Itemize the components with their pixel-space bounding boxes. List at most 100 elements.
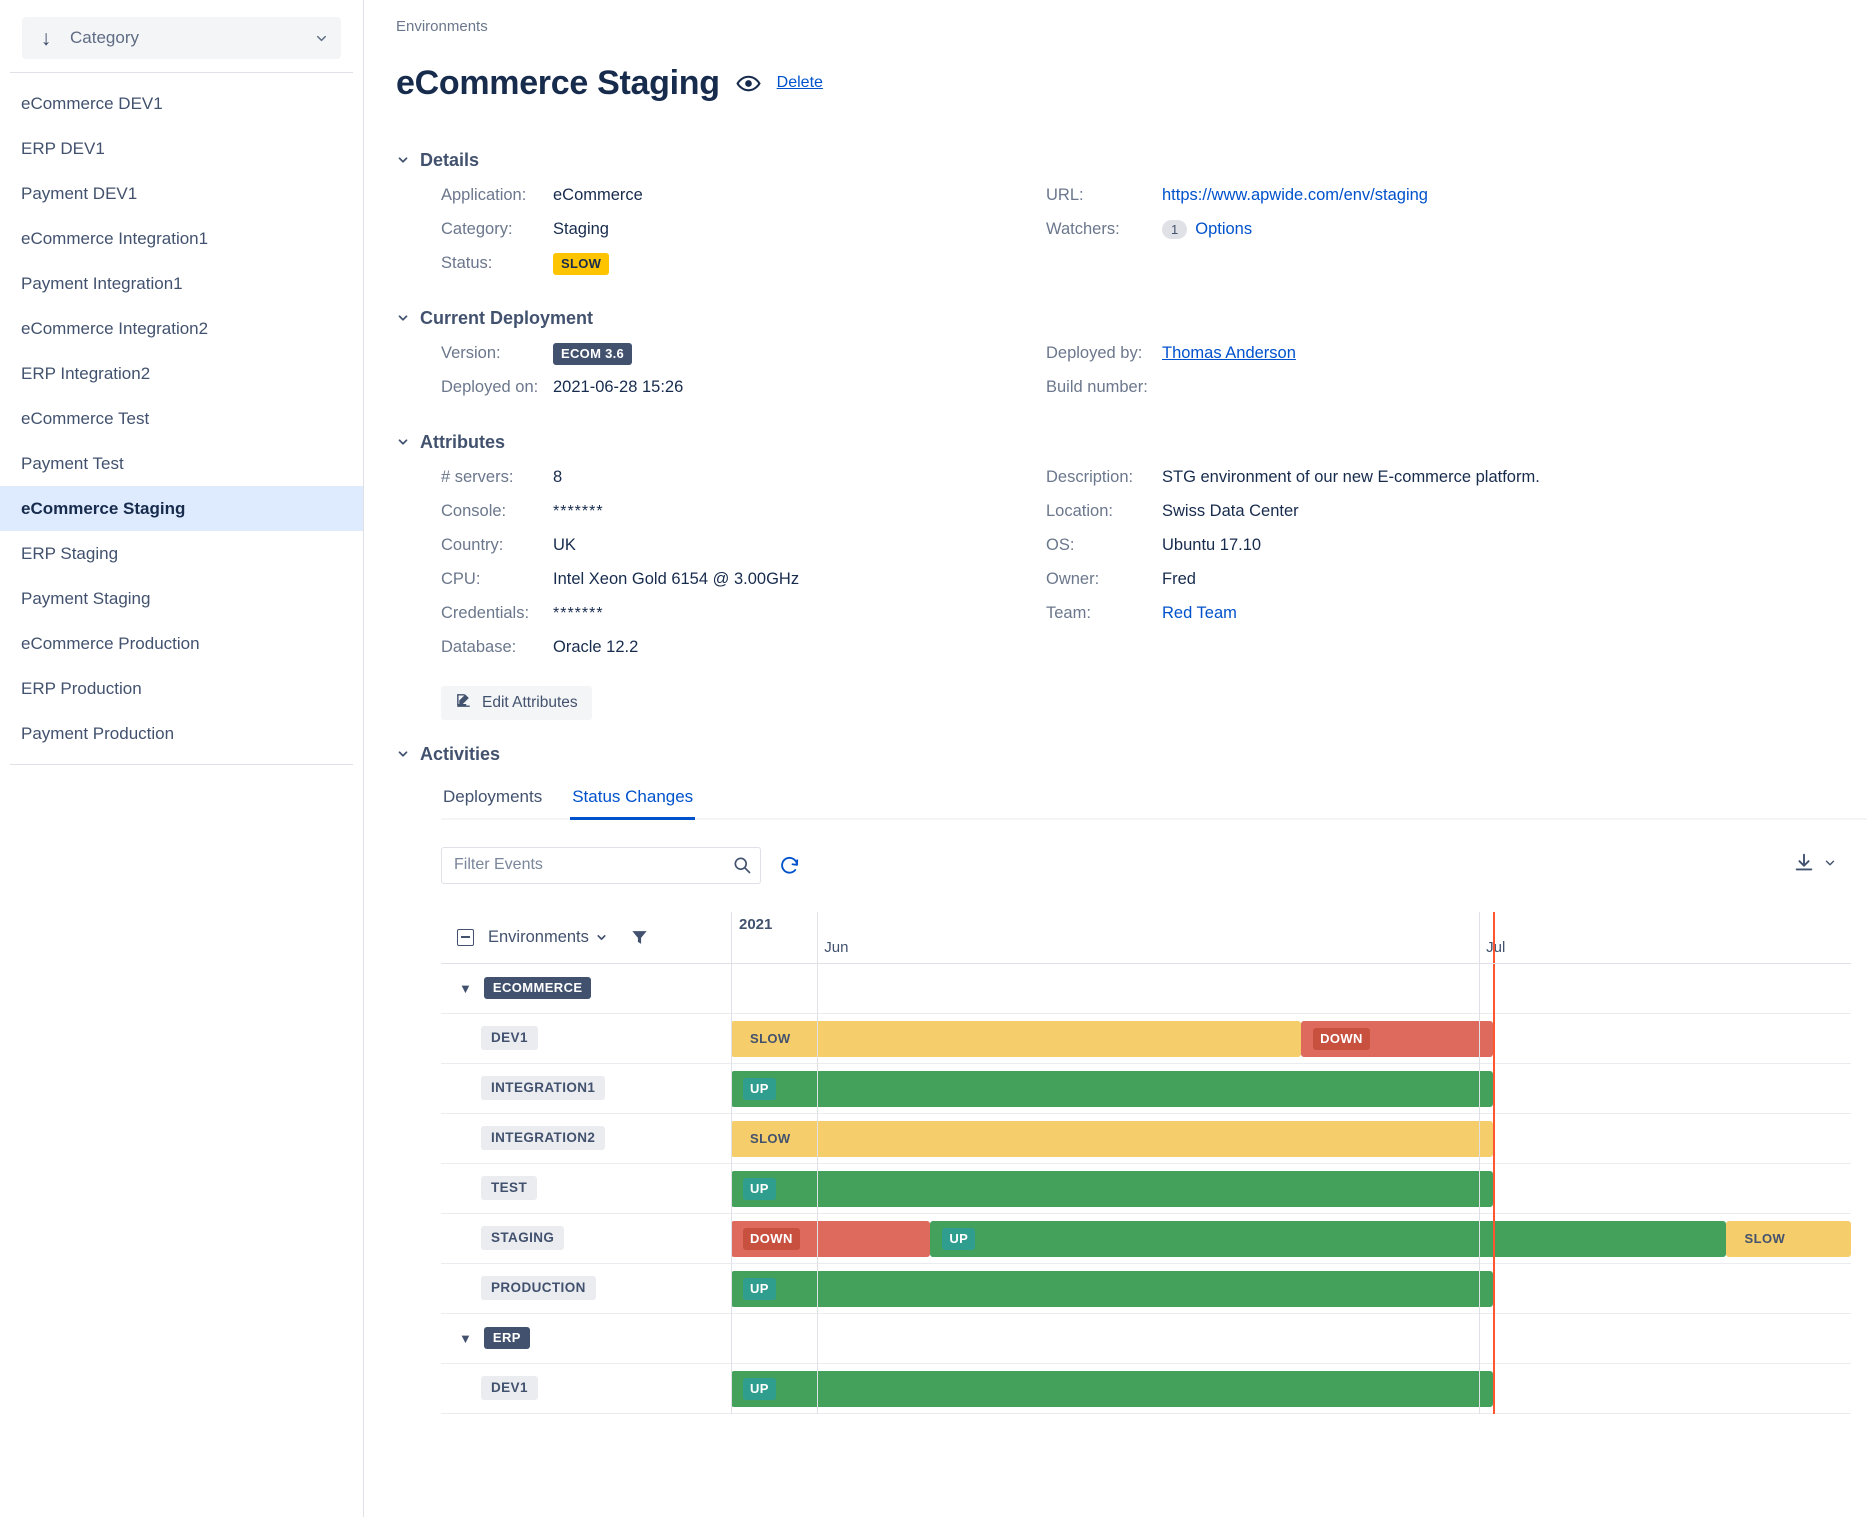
field-value: ******* — [553, 503, 604, 521]
tab-deployments[interactable]: Deployments — [441, 787, 544, 820]
timeline-row-track: UP — [731, 1364, 1851, 1413]
delete-link[interactable]: Delete — [777, 74, 823, 92]
caret-down-icon[interactable]: ▼ — [459, 1331, 472, 1346]
field-location: Location:Swiss Data Center — [1046, 498, 1867, 526]
status-bar-up[interactable]: UP — [930, 1221, 1725, 1257]
attributes-left-column: # servers:8Console:*******Country:UKCPU:… — [396, 464, 1046, 668]
download-icon[interactable] — [1793, 852, 1815, 879]
sidebar-item-payment-staging[interactable]: Payment Staging — [0, 576, 363, 621]
field-label: Build number: — [1046, 378, 1162, 397]
status-bar-down[interactable]: DOWN — [731, 1221, 930, 1257]
environment-chip[interactable]: DEV1 — [481, 1026, 538, 1050]
chevron-down-icon[interactable] — [1823, 856, 1837, 875]
filter-events-input[interactable] — [441, 847, 761, 884]
edit-attributes-button[interactable]: Edit Attributes — [441, 686, 592, 720]
sidebar-item-label: eCommerce Staging — [21, 499, 185, 519]
sidebar-item-ecommerce-test[interactable]: eCommerce Test — [0, 396, 363, 441]
status-bar-down[interactable]: DOWN — [1301, 1021, 1493, 1057]
tab-status-changes[interactable]: Status Changes — [570, 787, 695, 820]
deployed-by-link[interactable]: Thomas Anderson — [1162, 344, 1296, 363]
status-bar-label: UP — [743, 1178, 776, 1200]
search-icon[interactable] — [732, 855, 752, 880]
axis-gridline — [731, 912, 732, 963]
sidebar-item-erp-dev1[interactable]: ERP DEV1 — [0, 126, 363, 171]
field-team: Team:Red Team — [1046, 600, 1867, 628]
arrow-down-icon[interactable]: ↓ — [22, 28, 70, 49]
field-value: Fred — [1162, 570, 1196, 589]
chevron-down-icon[interactable] — [396, 435, 410, 449]
sidebar-item-label: eCommerce Integration2 — [21, 319, 208, 339]
timeline-grouping-selector[interactable]: Environments — [488, 928, 608, 947]
timeline-row-left: DEV1 — [441, 1014, 731, 1063]
status-bar-slow[interactable]: SLOW — [731, 1121, 1493, 1157]
status-bar-label: UP — [942, 1228, 975, 1250]
export-control[interactable] — [1793, 852, 1837, 879]
field-value: Oracle 12.2 — [553, 638, 638, 657]
field-status: Status: SLOW — [441, 250, 1046, 278]
sidebar-item-erp-staging[interactable]: ERP Staging — [0, 531, 363, 576]
chevron-down-icon[interactable] — [301, 31, 341, 46]
status-bar-up[interactable]: UP — [731, 1271, 1493, 1307]
collapse-minus-icon[interactable] — [457, 929, 474, 946]
timeline-group-row: ▼ECOMMERCE — [441, 964, 1851, 1014]
timeline-row-left: INTEGRATION1 — [441, 1064, 731, 1113]
timeline-header-left: Environments — [441, 912, 731, 963]
details-section-header[interactable]: Details — [396, 150, 1867, 171]
watchers-options-link[interactable]: Options — [1195, 220, 1252, 239]
environment-chip[interactable]: PRODUCTION — [481, 1276, 596, 1300]
sidebar-item-payment-test[interactable]: Payment Test — [0, 441, 363, 486]
environment-chip[interactable]: INTEGRATION2 — [481, 1126, 605, 1150]
category-filter-label: Category — [70, 28, 301, 48]
events-toolbar — [441, 847, 1867, 884]
sidebar-item-erp-integration2[interactable]: ERP Integration2 — [0, 351, 363, 396]
chevron-down-icon[interactable] — [396, 153, 410, 167]
status-bar-up[interactable]: UP — [731, 1371, 1493, 1407]
sidebar-item-payment-integration1[interactable]: Payment Integration1 — [0, 261, 363, 306]
filter-events-wrapper — [441, 847, 761, 884]
breadcrumb: Environments — [396, 18, 1867, 35]
environment-chip[interactable]: INTEGRATION1 — [481, 1076, 605, 1100]
caret-down-icon[interactable]: ▼ — [459, 981, 472, 996]
edit-attributes-label: Edit Attributes — [482, 694, 578, 712]
field-value: Ubuntu 17.10 — [1162, 536, 1261, 555]
sidebar-item-ecommerce-production[interactable]: eCommerce Production — [0, 621, 363, 666]
attributes-section-header[interactable]: Attributes — [396, 432, 1867, 453]
sidebar-item-ecommerce-integration1[interactable]: eCommerce Integration1 — [0, 216, 363, 261]
status-bar-slow[interactable]: SLOW — [731, 1021, 1301, 1057]
field-owner: Owner:Fred — [1046, 566, 1867, 594]
refresh-icon[interactable] — [779, 855, 800, 876]
sidebar-item-ecommerce-integration2[interactable]: eCommerce Integration2 — [0, 306, 363, 351]
category-filter-select[interactable]: ↓ Category — [22, 17, 341, 59]
sidebar-item-label: Payment Production — [21, 724, 174, 744]
environment-chip[interactable]: TEST — [481, 1176, 537, 1200]
watchers-count-badge: 1 — [1162, 220, 1187, 239]
timeline-row-track: UP — [731, 1264, 1851, 1313]
sidebar-item-label: Payment DEV1 — [21, 184, 137, 204]
status-bar-label: SLOW — [743, 1028, 798, 1050]
sidebar-item-payment-dev1[interactable]: Payment DEV1 — [0, 171, 363, 216]
field-deployed-by: Deployed by: Thomas Anderson — [1046, 340, 1867, 368]
timeline-row: DEV1 SLOW DOWN — [441, 1014, 1851, 1064]
environment-chip[interactable]: DEV1 — [481, 1376, 538, 1400]
environment-chip[interactable]: STAGING — [481, 1226, 564, 1250]
chevron-down-icon[interactable] — [396, 311, 410, 325]
timeline-group-track — [731, 1314, 1851, 1363]
eye-icon[interactable] — [736, 71, 761, 96]
activities-section-header[interactable]: Activities — [396, 744, 1867, 765]
deployment-section-header[interactable]: Current Deployment — [396, 308, 1867, 329]
url-link[interactable]: https://www.apwide.com/env/staging — [1162, 186, 1428, 205]
funnel-icon[interactable] — [630, 928, 649, 947]
sidebar-item-label: Payment Staging — [21, 589, 150, 609]
sidebar-item-ecommerce-dev1[interactable]: eCommerce DEV1 — [0, 81, 363, 126]
sidebar-item-payment-production[interactable]: Payment Production — [0, 711, 363, 756]
status-bar-slow[interactable]: SLOW — [1726, 1221, 1851, 1257]
status-bar-label: SLOW — [743, 1128, 798, 1150]
sidebar-item-erp-production[interactable]: ERP Production — [0, 666, 363, 711]
attributes-right-column: Description:STG environment of our new E… — [1046, 464, 1867, 668]
sidebar-item-ecommerce-staging[interactable]: eCommerce Staging — [0, 486, 363, 531]
status-bar-up[interactable]: UP — [731, 1171, 1493, 1207]
chevron-down-icon[interactable] — [396, 747, 410, 761]
team-link[interactable]: Red Team — [1162, 604, 1237, 623]
status-bar-up[interactable]: UP — [731, 1071, 1493, 1107]
field-label: Team: — [1046, 604, 1162, 623]
